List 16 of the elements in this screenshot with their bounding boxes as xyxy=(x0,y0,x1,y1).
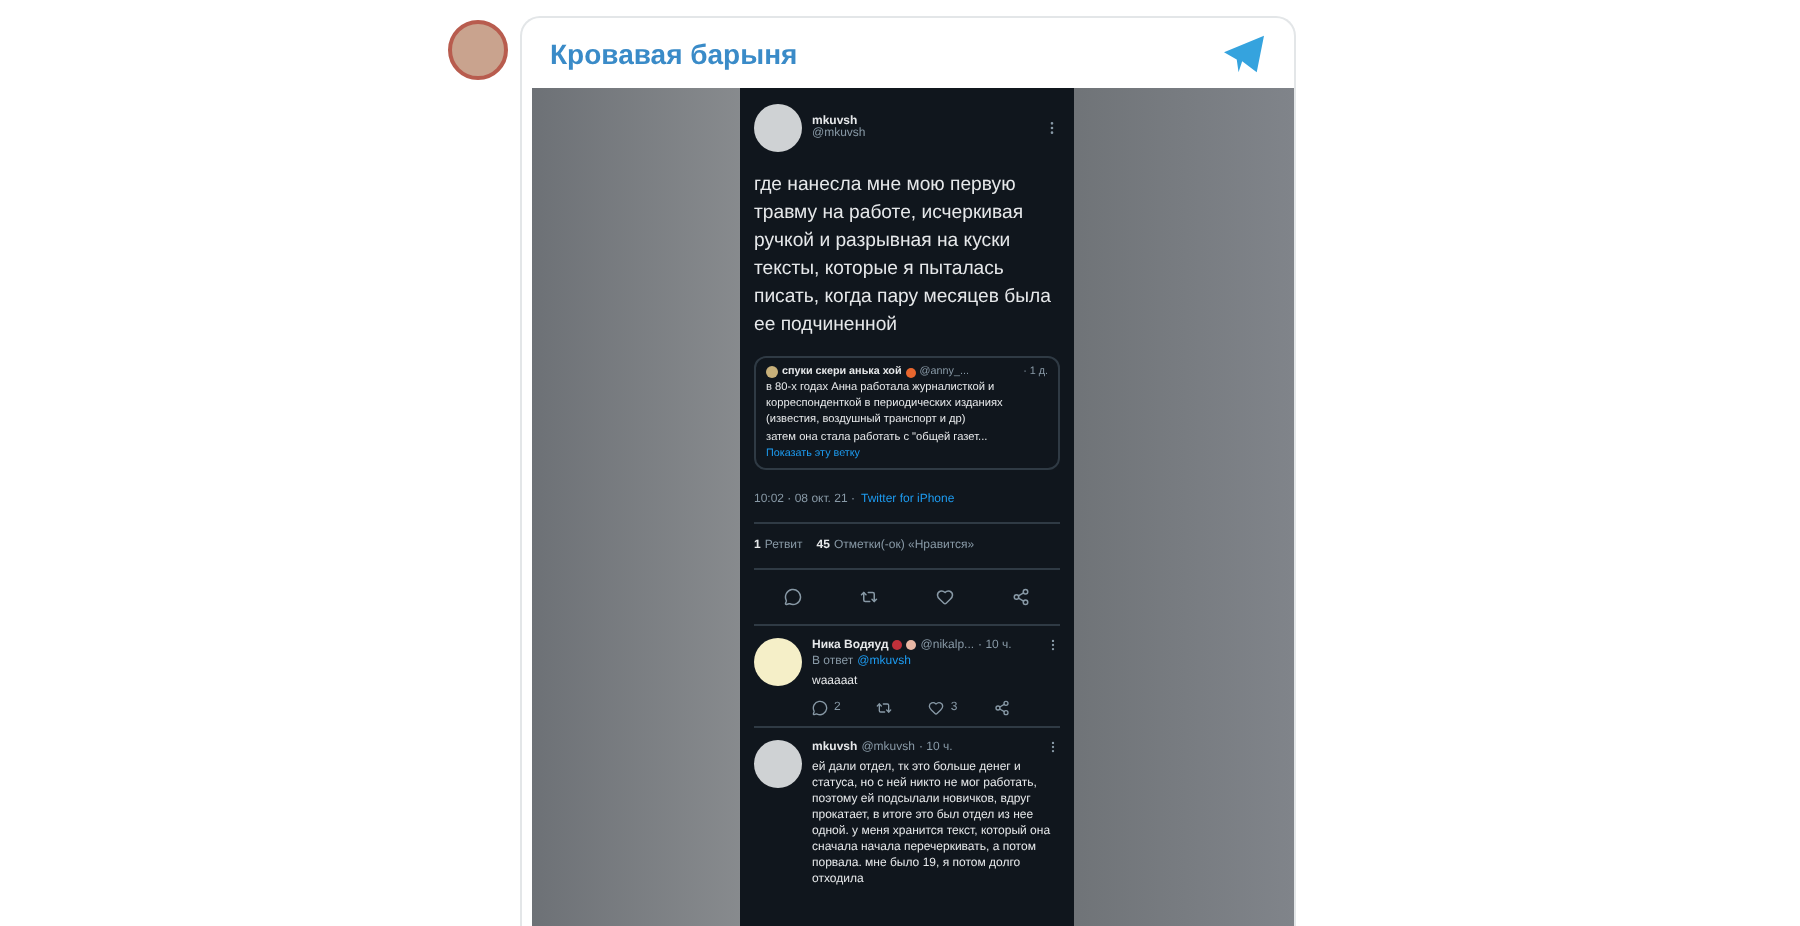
heart-icon[interactable] xyxy=(936,588,955,606)
share-icon[interactable] xyxy=(1012,588,1031,606)
channel-avatar xyxy=(448,20,508,80)
avatar xyxy=(766,366,778,378)
avatar xyxy=(754,638,802,686)
more-icon[interactable] xyxy=(1046,740,1060,754)
reply-icon[interactable] xyxy=(783,588,802,606)
tweet-text: где нанесла мне мою первую травму на работе, исчеркивая ручкой и разрывная на куски тексты, которые я пыталась писать, когда пару месяцев была ее подчиненной xyxy=(754,172,1053,340)
share-icon[interactable] xyxy=(993,700,1010,716)
retweet-icon[interactable] xyxy=(876,700,893,716)
avatar xyxy=(754,104,802,152)
retweet-icon[interactable] xyxy=(859,588,878,606)
avatar xyxy=(754,740,802,788)
channel-name[interactable]: Кровавая барыня xyxy=(550,37,798,69)
more-icon[interactable] xyxy=(1046,638,1060,652)
paper-plane-icon[interactable] xyxy=(1222,33,1266,73)
